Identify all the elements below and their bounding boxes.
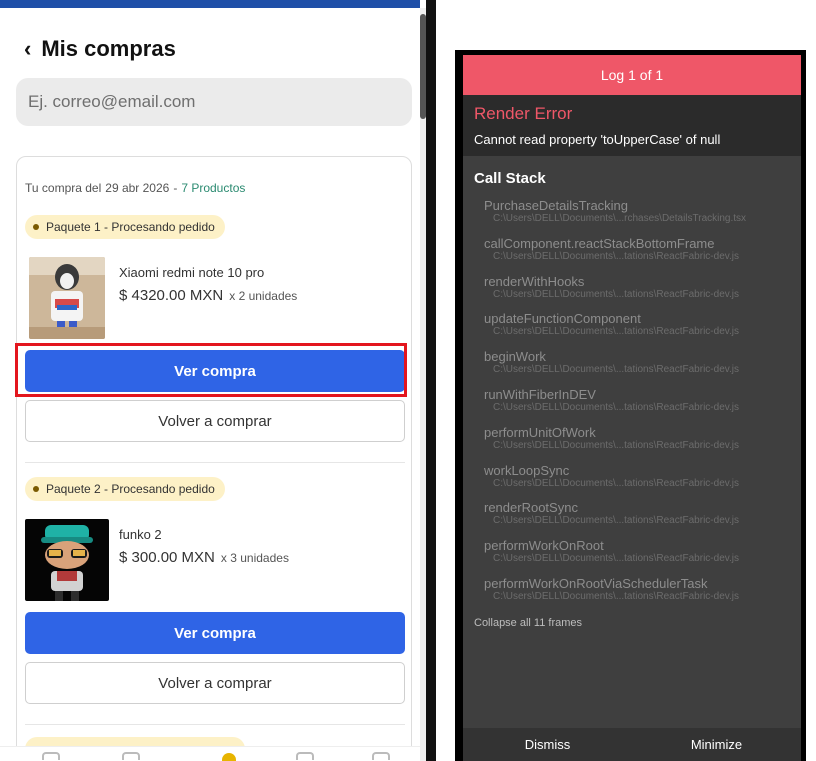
frame-file: C:\Users\DELL\Documents\...tations\React… — [493, 439, 740, 451]
frame-function: beginWork — [484, 349, 546, 365]
frame-file: C:\Users\DELL\Documents\...tations\React… — [493, 553, 740, 565]
app-screen: ‹ Mis compras Tu compra del 29 abr 2026 … — [0, 0, 430, 761]
tab-categories-icon[interactable] — [122, 752, 140, 760]
collapse-frames-link[interactable]: Collapse all 11 frames — [474, 617, 582, 629]
stack-frame[interactable]: PurchaseDetailsTracking C:\Users\DELL\Doc… — [484, 198, 794, 236]
minimize-button[interactable]: Minimize — [632, 728, 801, 761]
frame-function: performUnitOfWork — [484, 424, 596, 440]
stack-frame[interactable]: workLoopSync C:\Users\DELL\Documents\...t… — [484, 463, 794, 501]
tab-profile-icon[interactable] — [372, 752, 390, 760]
status-dot-icon — [33, 486, 39, 492]
frame-file: C:\Users\DELL\Documents\...rchases\Detai… — [493, 213, 747, 224]
package-status-badge: Paquete 2 - Procesando pedido — [25, 477, 225, 501]
frame-function: callComponent.reactStackBottomFrame — [484, 235, 715, 251]
buy-again-button[interactable]: Volver a comprar — [25, 400, 405, 442]
call-stack-title: Call Stack — [474, 170, 546, 187]
highlight-annotation — [15, 343, 407, 397]
product-price: $ 300.00 MXN — [119, 549, 215, 566]
search-field[interactable] — [16, 78, 412, 126]
purchase-prefix: Tu compra del — [25, 181, 102, 195]
stack-frame[interactable]: performWorkOnRootViaSchedulerTask C:\User… — [484, 576, 794, 614]
bottom-tab-bar — [0, 746, 420, 761]
product-price-row: $ 300.00 MXN x 3 unidades — [119, 549, 289, 566]
stack-frame[interactable]: callComponent.reactStackBottomFrame C:\Us… — [484, 236, 794, 274]
product-price: $ 4320.00 MXN — [119, 287, 224, 304]
frame-function: runWithFiberInDEV — [484, 386, 596, 402]
product-price-row: $ 4320.00 MXN x 2 unidades — [119, 287, 297, 304]
stack-frame[interactable]: beginWork C:\Users\DELL\Documents\...tati… — [484, 349, 794, 387]
stack-frame[interactable]: updateFunctionComponent C:\Users\DELL\Doc… — [484, 311, 794, 349]
error-log-overlay: Log 1 of 1 Render Error Cannot read prop… — [455, 50, 806, 761]
purchase-date: 29 abr 2026 — [105, 181, 170, 195]
frame-file: C:\Users\DELL\Documents\...tations\React… — [493, 401, 740, 413]
error-message: Cannot read property 'toUpperCase' of nu… — [474, 132, 721, 147]
package-status-label: Paquete 1 - Procesando pedido — [46, 220, 215, 234]
frame-file: C:\Users\DELL\Documents\...tations\React… — [493, 590, 740, 602]
log-header: Log 1 of 1 — [463, 55, 801, 95]
product-image-funko[interactable] — [25, 519, 109, 601]
frame-file: C:\Users\DELL\Documents\...tations\React… — [493, 515, 740, 527]
frame-function: performWorkOnRootViaSchedulerTask — [484, 575, 708, 591]
package-divider — [25, 462, 405, 463]
error-summary: Render Error Cannot read property 'toUpp… — [463, 95, 801, 156]
frame-function: PurchaseDetailsTracking — [484, 198, 629, 213]
product-row[interactable]: funko 2 $ 300.00 MXN x 3 unidades — [25, 519, 405, 603]
cart-badge-icon — [222, 753, 236, 761]
status-dot-icon — [33, 224, 39, 230]
product-name: Xiaomi redmi note 10 pro — [119, 265, 265, 280]
page-title: Mis compras — [41, 36, 176, 61]
product-name: funko 2 — [119, 527, 162, 542]
frame-function: performWorkOnRoot — [484, 538, 604, 554]
log-footer: Dismiss Minimize — [463, 728, 801, 761]
error-title: Render Error — [474, 104, 573, 123]
stack-frame[interactable]: runWithFiberInDEV C:\Users\DELL\Documents… — [484, 387, 794, 425]
status-bar-edge — [0, 0, 420, 8]
buy-again-button[interactable]: Volver a comprar — [25, 662, 405, 704]
purchase-sep: - — [173, 181, 178, 195]
package-status-badge: Paquete 1 - Procesando pedido — [25, 215, 225, 239]
frame-file: C:\Users\DELL\Documents\...tations\React… — [493, 288, 740, 300]
frame-file: C:\Users\DELL\Documents\...tations\React… — [493, 477, 740, 489]
product-quantity: x 3 unidades — [220, 551, 289, 565]
frame-function: renderWithHooks — [484, 273, 585, 289]
product-image-dog[interactable] — [29, 257, 105, 339]
tab-home-icon[interactable] — [42, 752, 60, 760]
stack-frames: PurchaseDetailsTracking C:\Users\DELL\Doc… — [484, 198, 794, 614]
screen-separator — [426, 0, 436, 761]
frame-file: C:\Users\DELL\Documents\...tations\React… — [493, 250, 740, 262]
stack-frame[interactable]: performWorkOnRoot C:\Users\DELL\Documents… — [484, 538, 794, 576]
stack-frame[interactable]: renderRootSync C:\Users\DELL\Documents\..… — [484, 500, 794, 538]
product-count: 7 Productos — [181, 181, 246, 195]
call-stack-panel[interactable]: Call Stack PurchaseDetailsTracking C:\Use… — [463, 156, 801, 728]
search-input[interactable] — [28, 92, 412, 112]
purchase-card: Tu compra del 29 abr 2026 - 7 Productos … — [16, 156, 412, 761]
frame-function: renderRootSync — [484, 500, 578, 516]
frame-function: updateFunctionComponent — [484, 311, 641, 327]
purchase-meta: Tu compra del 29 abr 2026 - 7 Productos — [25, 181, 245, 195]
view-purchase-button[interactable]: Ver compra — [25, 612, 405, 654]
back-chevron-icon[interactable]: ‹ — [24, 38, 31, 60]
product-row[interactable]: Xiaomi redmi note 10 pro $ 4320.00 MXN x … — [25, 257, 405, 341]
package-status-label: Paquete 2 - Procesando pedido — [46, 482, 215, 496]
stack-frame[interactable]: performUnitOfWork C:\Users\DELL\Documents… — [484, 425, 794, 463]
package-divider — [25, 724, 405, 725]
page-header: ‹ Mis compras — [24, 34, 176, 64]
stack-frame[interactable]: renderWithHooks C:\Users\DELL\Documents\.… — [484, 274, 794, 312]
dismiss-button[interactable]: Dismiss — [463, 728, 632, 761]
frame-file: C:\Users\DELL\Documents\...tations\React… — [493, 326, 740, 338]
tab-favorites-icon[interactable] — [296, 752, 314, 760]
frame-function: workLoopSync — [484, 462, 570, 478]
frame-file: C:\Users\DELL\Documents\...tations\React… — [493, 364, 740, 376]
product-quantity: x 2 unidades — [229, 289, 298, 303]
